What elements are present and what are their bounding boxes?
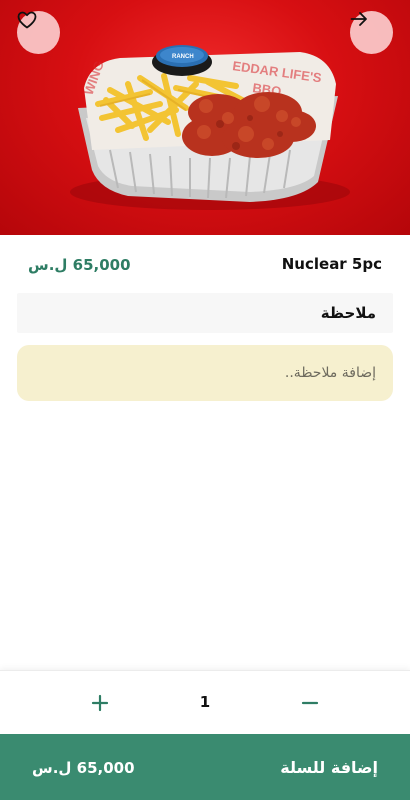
product-name: Nuclear 5pc [281, 255, 382, 273]
note-section-header: ملاحظة [17, 293, 393, 333]
plus-icon [91, 694, 109, 712]
fries-and-chicken-tray-photo: EDDAR LIFE'S BBQ WING RANCH [70, 45, 350, 210]
favorite-button[interactable] [17, 11, 60, 54]
increase-quantity-button[interactable] [84, 687, 116, 719]
product-price: 65,000 ل.س [28, 256, 131, 274]
note-title: ملاحظة [320, 304, 376, 322]
quantity-value: 1 [199, 693, 211, 711]
back-button[interactable] [350, 11, 393, 54]
product-header: Nuclear 5pc 65,000 ل.س [0, 235, 410, 295]
decrease-quantity-button[interactable] [294, 687, 326, 719]
minus-icon [301, 701, 319, 705]
heart-icon [17, 11, 37, 29]
arrow-right-icon [350, 12, 367, 26]
note-input[interactable] [17, 345, 393, 401]
cart-total: 65,000 ل.س [32, 759, 135, 777]
quantity-stepper: 1 [0, 670, 410, 734]
svg-text:RANCH: RANCH [172, 54, 194, 60]
add-to-cart-button[interactable]: إضافة للسلة 65,000 ل.س [0, 734, 410, 800]
product-image: EDDAR LIFE'S BBQ WING RANCH [0, 0, 410, 235]
add-to-cart-label: إضافة للسلة [280, 758, 378, 777]
